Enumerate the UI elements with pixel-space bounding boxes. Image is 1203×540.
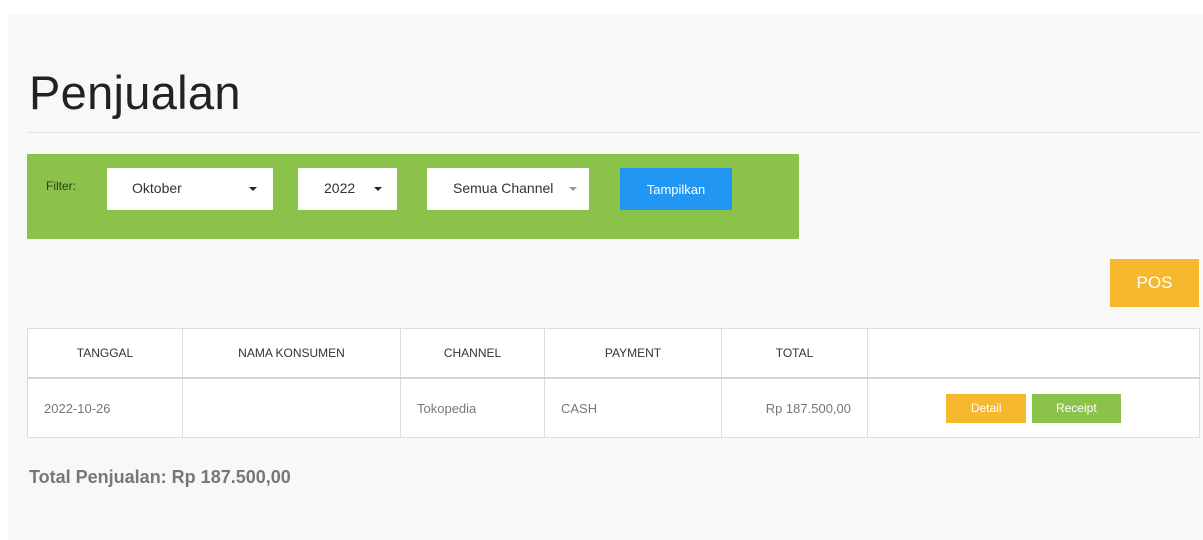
detail-button[interactable]: Detail: [946, 393, 1027, 423]
column-header-channel: CHANNEL: [400, 328, 545, 379]
sales-table-container: TANGGAL NAMA KONSUMEN CHANNEL PAYMENT TO…: [27, 328, 1200, 438]
pos-button[interactable]: POS: [1110, 259, 1199, 307]
column-header-total: TOTAL: [721, 328, 868, 379]
page-title: Penjualan: [29, 66, 241, 119]
cell-actions: Detail Receipt: [867, 377, 1200, 438]
cell-total: Rp 187.500,00: [721, 377, 868, 438]
page-container: Penjualan Filter: Oktober 2022 Semua Cha…: [8, 14, 1203, 540]
table-header-row: TANGGAL NAMA KONSUMEN CHANNEL PAYMENT TO…: [27, 328, 1200, 379]
cell-nama-konsumen: [182, 377, 401, 438]
chevron-down-icon: [249, 187, 257, 191]
channel-select-value: Semua Channel: [453, 180, 554, 196]
total-sales-summary: Total Penjualan: Rp 187.500,00: [29, 467, 291, 487]
show-button[interactable]: Tampilkan: [620, 168, 732, 210]
month-select[interactable]: Oktober: [107, 168, 273, 210]
sales-table: TANGGAL NAMA KONSUMEN CHANNEL PAYMENT TO…: [27, 328, 1200, 438]
year-select-value: 2022: [324, 180, 356, 196]
chevron-down-icon: [569, 187, 577, 191]
filter-bar: Filter: Oktober 2022 Semua Channel Tampi…: [27, 154, 799, 239]
month-select-value: Oktober: [132, 180, 182, 196]
column-header-payment: PAYMENT: [544, 328, 722, 379]
table-row: 2022-10-26 Tokopedia CASH Rp 187.500,00 …: [27, 377, 1200, 438]
column-header-actions: [867, 328, 1200, 379]
filter-label: Filter:: [46, 179, 76, 193]
chevron-down-icon: [374, 187, 382, 191]
column-header-tanggal: TANGGAL: [27, 328, 183, 379]
title-divider: [28, 132, 1199, 133]
column-header-nama-konsumen: NAMA KONSUMEN: [182, 328, 401, 379]
cell-tanggal: 2022-10-26: [27, 377, 183, 438]
receipt-button[interactable]: Receipt: [1031, 393, 1121, 423]
cell-payment: CASH: [544, 377, 722, 438]
cell-channel: Tokopedia: [400, 377, 545, 438]
year-select[interactable]: 2022: [298, 168, 397, 210]
channel-select[interactable]: Semua Channel: [427, 168, 589, 210]
